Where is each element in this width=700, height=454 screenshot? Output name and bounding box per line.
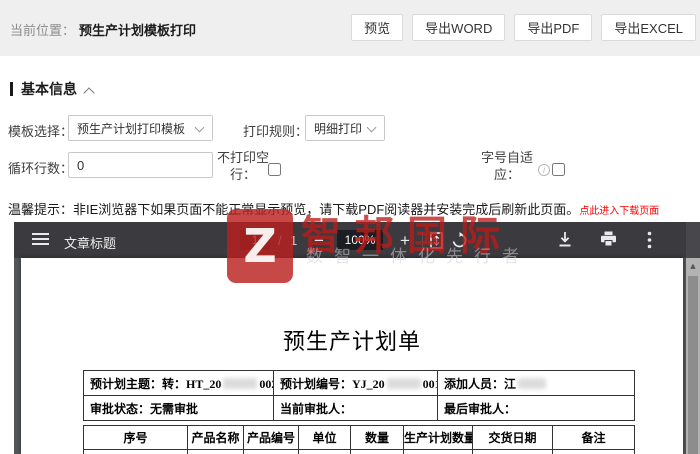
notice-text: 非IE浏览器下如果页面不能正常显示预览，请下载PDF阅读器并安装完成后刷新此页面… [73,202,580,217]
chevron-down-icon [196,124,204,132]
print-rule-value: 明细打印 [314,121,363,136]
info-text: 预计划编号：YJ_20 [280,376,385,391]
header-cell: 数量 [350,425,404,450]
action-buttons: 预览 导出WORD 导出PDF 导出EXCEL [351,14,696,41]
page: 当前位置： 预生产计划模板打印 预览 导出WORD 导出PDF 导出EXCEL 基… [0,0,700,454]
loop-count-label: 循环行数： [8,161,74,176]
pdf-toolbar: 文章标题 1 / 1 − 100% + [14,222,686,258]
notice-prefix: 温馨提示： [8,202,74,217]
menu-icon[interactable] [32,233,49,248]
empty-cell [350,449,404,454]
more-options-icon[interactable] [647,231,652,254]
header-cell: 产品名称 [187,425,244,450]
template-select-value: 预生产计划打印模板 [77,121,186,136]
table-empty-row [83,449,635,454]
header-cell: 交货日期 [472,425,553,450]
zoom-out-button[interactable]: − [314,231,324,251]
info-cell-creator: 添加人员：江 [437,370,635,396]
info-icon[interactable]: i [538,164,550,176]
page-total: 1 [290,233,298,248]
page-title: 预生产计划模板打印 [79,23,197,38]
collapse-icon[interactable] [85,87,94,96]
skip-empty-rows-checkbox[interactable] [268,163,281,176]
breadcrumb-label: 当前位置： [10,23,76,38]
redacted-text [518,377,547,389]
section-basic-info[interactable]: 基本信息 [10,79,94,99]
chevron-down-icon [368,124,376,132]
table-header-row: 序号 产品名称 产品编号 单位 数量 生产计划数量 交货日期 备注 [83,425,635,450]
header-cell: 生产计划数量 [403,425,473,450]
scrollbar-thumb[interactable] [688,276,698,454]
table-row: 审批状态：无需审批 当前审批人： 最后审批人： [83,395,635,421]
page-number-input[interactable]: 1 [240,230,270,250]
empty-cell [243,449,299,454]
export-excel-button[interactable]: 导出EXCEL [601,14,696,41]
section-accent-bar [10,82,13,96]
download-icon[interactable] [558,231,572,253]
skip-empty-rows-label: 不打印空行： [216,150,269,182]
info-cell-current-approver: 当前审批人： [273,395,438,421]
page-separator: / [278,233,282,248]
empty-cell [187,449,244,454]
rotate-icon[interactable] [451,232,468,254]
header-cell: 备注 [552,425,635,450]
info-cell-plan-no: 预计划编号：YJ_20 001 [273,370,438,396]
redacted-text [223,377,258,389]
redacted-text [386,377,421,389]
notice-line: 温馨提示：非IE浏览器下如果页面不能正常显示预览，请下载PDF阅读器并安装完成后… [8,199,659,218]
viewer-scrollbar[interactable]: ▲ [686,222,700,454]
zoom-level-input[interactable]: 100% [337,230,383,250]
font-autofit-checkbox[interactable] [552,163,565,176]
document-info-table: 预计划主题：转：HT_20 002 预计划编号：YJ_20 001 添加人员：江 审… [83,370,635,421]
document-items-table: 序号 产品名称 产品编号 单位 数量 生产计划数量 交货日期 备注 [83,425,635,454]
header-cell: 单位 [298,425,351,450]
export-pdf-button[interactable]: 导出PDF [514,14,593,41]
print-icon[interactable] [600,231,617,252]
info-cell-approval-status: 审批状态：无需审批 [83,395,274,421]
toolbar-divider [422,232,423,248]
empty-cell [472,449,553,454]
empty-cell [83,449,188,454]
section-title: 基本信息 [21,81,77,97]
info-text: 001 [422,376,437,391]
header-cell: 产品编号 [243,425,299,450]
pdf-doc-title: 文章标题 [64,236,117,251]
font-autofit-label: 字号自适应： [480,150,533,182]
pdf-viewer: 文章标题 1 / 1 − 100% + 预生产计划单 预计划主题：转：HT_20… [14,222,700,454]
header-cell: 序号 [83,425,188,450]
info-text: 002 [259,376,272,391]
scroll-up-icon[interactable]: ▲ [686,262,700,270]
preview-button[interactable]: 预览 [351,14,404,41]
info-text: 预计划主题：转：HT_20 [90,376,222,391]
scrollbar-cap [686,222,700,258]
breadcrumb: 当前位置： 预生产计划模板打印 [10,20,196,39]
empty-cell [403,449,473,454]
print-rule-label: 打印规则： [243,124,309,139]
print-rule-select[interactable]: 明细打印 [305,115,385,141]
top-bar: 当前位置： 预生产计划模板打印 预览 导出WORD 导出PDF 导出EXCEL [0,0,700,56]
info-text: 添加人员：江 [444,376,517,391]
info-cell-topic: 预计划主题：转：HT_20 002 [83,370,274,396]
export-word-button[interactable]: 导出WORD [412,14,506,41]
info-cell-last-approver: 最后审批人： [437,395,635,421]
template-select-label: 模板选择： [8,124,74,139]
fit-page-icon[interactable] [430,232,443,254]
loop-count-input[interactable] [68,152,213,178]
download-page-link[interactable]: 点此进入下载页面 [579,206,659,217]
table-row: 预计划主题：转：HT_20 002 预计划编号：YJ_20 001 添加人员：江 [83,370,635,396]
document-title: 预生产计划单 [282,329,421,354]
zoom-in-button[interactable]: + [400,231,410,251]
empty-cell [298,449,351,454]
pdf-page: 预生产计划单 预计划主题：转：HT_20 002 预计划编号：YJ_20 001 添… [21,258,683,454]
template-select[interactable]: 预生产计划打印模板 [68,115,213,141]
empty-cell [552,449,635,454]
